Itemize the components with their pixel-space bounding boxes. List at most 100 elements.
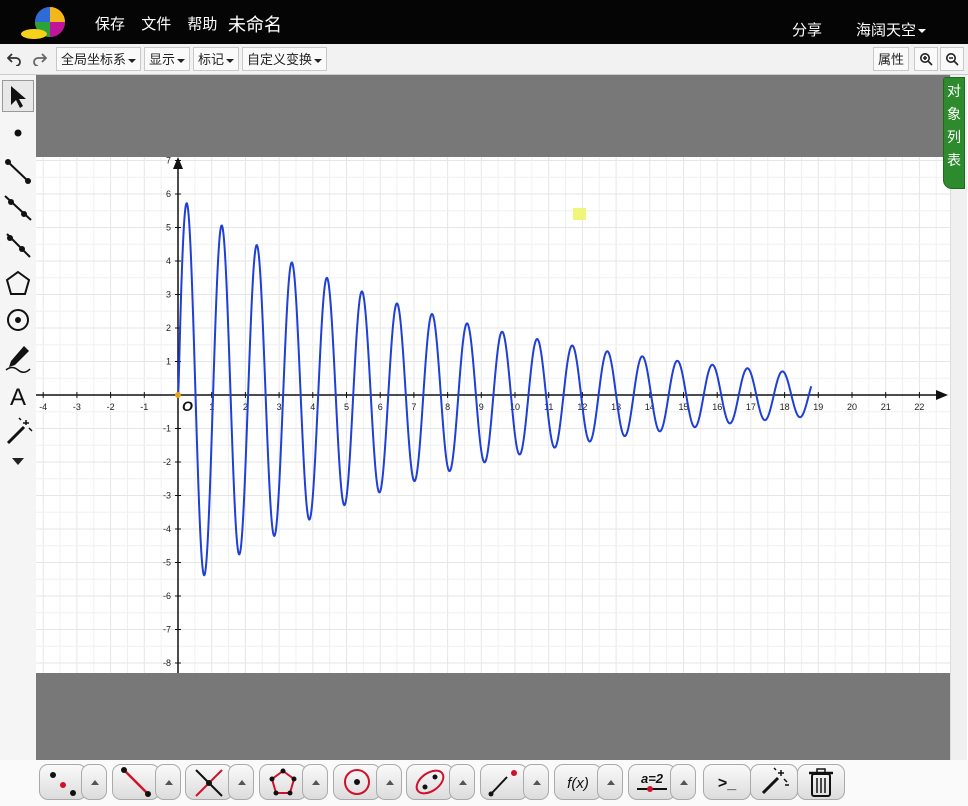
share-button[interactable]: 分享	[792, 19, 822, 40]
parameter-tool-button[interactable]: a=2	[628, 764, 676, 800]
x-tick-label: 4	[310, 402, 315, 412]
point-tools-button[interactable]	[39, 764, 87, 800]
y-tick-label: -1	[163, 424, 171, 434]
custom-transform-label: 自定义变换	[247, 52, 313, 67]
line-tools-dropdown[interactable]	[155, 764, 181, 800]
y-tick-label: 5	[166, 223, 171, 233]
graph-svg[interactable]: -4 -3 -2 -1 1 2 3 4 5 6 7 8 9 10 11 12 13 14 15 16 17 18 19 20 2…	[36, 157, 950, 673]
x-tick-label: 18	[780, 402, 790, 412]
trash-icon[interactable]	[797, 764, 845, 800]
conic-tools-button[interactable]	[406, 764, 454, 800]
x-tick-label: -4	[39, 402, 47, 412]
x-axis-arrow	[936, 390, 948, 400]
top-bar: 保存 文件 帮助 未命名 分享 海阔天空	[0, 0, 968, 44]
redo-icon[interactable]	[28, 47, 52, 71]
highlight-marker	[573, 208, 586, 220]
polygon-tools-dropdown[interactable]	[302, 764, 328, 800]
command-tool-button[interactable]: >_	[703, 764, 751, 800]
conic-tools-dropdown[interactable]	[449, 764, 475, 800]
user-menu[interactable]: 海阔天空	[856, 19, 927, 40]
y-tick-label: -8	[163, 658, 171, 668]
y-tick-label: -6	[163, 591, 171, 601]
x-tick-label: 16	[712, 402, 722, 412]
zoom-out-icon[interactable]	[940, 47, 964, 71]
zoom-in-icon[interactable]	[914, 47, 938, 71]
coord-system-dropdown[interactable]: 全局坐标系	[56, 47, 142, 71]
mark-label: 标记	[198, 52, 225, 67]
polygon-tools-button[interactable]	[259, 764, 307, 800]
properties-button[interactable]: 属性	[873, 47, 910, 71]
menu-help[interactable]: 帮助	[187, 16, 217, 33]
x-tick-label: -3	[73, 402, 81, 412]
damped-curve	[177, 202, 813, 577]
y-tick-label: -5	[163, 558, 171, 568]
object-list-tab[interactable]: 对象列表	[943, 77, 965, 189]
function-tool-button[interactable]: f(x)	[554, 764, 602, 800]
y-tick-label: 2	[166, 323, 171, 333]
line-tools-button[interactable]	[112, 764, 160, 800]
command-label: >_	[718, 775, 737, 792]
y-tick-label: -4	[163, 524, 171, 534]
function-label: f(x)	[567, 775, 589, 792]
y-tick-label: 6	[166, 189, 171, 199]
text-icon[interactable]: A	[2, 379, 34, 411]
undo-icon[interactable]	[2, 47, 26, 71]
circle-tools-button[interactable]	[333, 764, 381, 800]
function-tool-dropdown[interactable]	[597, 764, 623, 800]
parameter-tool-dropdown[interactable]	[670, 764, 696, 800]
chevron-down-icon	[918, 29, 927, 34]
y-tick-label: -2	[163, 457, 171, 467]
transform-tools-dropdown[interactable]	[523, 764, 549, 800]
x-tick-label: 3	[277, 402, 282, 412]
toolbar: 全局坐标系 显示 标记 自定义变换 属性	[0, 44, 968, 75]
x-tick-label: 22	[914, 402, 924, 412]
magic-wand-icon[interactable]	[2, 416, 34, 448]
ray-icon[interactable]	[2, 192, 34, 224]
chevron-down-icon	[128, 58, 137, 63]
display-dropdown[interactable]: 显示	[144, 47, 191, 71]
circle-icon[interactable]	[2, 304, 34, 336]
origin-label: O	[182, 398, 193, 414]
y-tick-label: -7	[163, 625, 171, 635]
custom-transform-dropdown[interactable]: 自定义变换	[242, 47, 328, 71]
point-tools-dropdown[interactable]	[81, 764, 107, 800]
coord-system-label: 全局坐标系	[61, 52, 127, 67]
menu-file[interactable]: 文件	[141, 16, 171, 33]
point-icon[interactable]	[2, 117, 34, 149]
polygon-icon[interactable]	[2, 267, 34, 299]
transform-tools-button[interactable]	[480, 764, 528, 800]
menu-save[interactable]: 保存	[95, 16, 125, 33]
circle-tools-dropdown[interactable]	[376, 764, 402, 800]
x-tick-label: -2	[107, 402, 115, 412]
x-tick-label: 19	[813, 402, 823, 412]
y-tick-label: 4	[166, 256, 171, 266]
intersection-tools-dropdown[interactable]	[228, 764, 254, 800]
x-tick-label: 13	[611, 402, 621, 412]
user-name: 海阔天空	[856, 22, 917, 39]
object-list-label: 对象列表	[947, 83, 961, 168]
line-icon[interactable]	[2, 229, 34, 261]
x-tick-label: 9	[479, 402, 484, 412]
segment-icon[interactable]	[2, 155, 34, 187]
left-toolbox: A	[0, 75, 36, 760]
pen-icon[interactable]	[2, 341, 34, 373]
y-tick-label: 3	[166, 290, 171, 300]
graph-canvas[interactable]: -4 -3 -2 -1 1 2 3 4 5 6 7 8 9 10 11 12 13 14 15 16 17 18 19 20 2…	[36, 157, 950, 673]
more-tools-icon[interactable]	[2, 453, 34, 469]
x-tick-label: 21	[881, 402, 891, 412]
chevron-down-icon	[177, 58, 186, 63]
intersection-tools-button[interactable]	[185, 764, 233, 800]
y-tick-label: 7	[166, 157, 171, 166]
document-title[interactable]: 未命名	[228, 11, 282, 37]
mark-dropdown[interactable]: 标记	[193, 47, 240, 71]
x-tick-label: 8	[445, 402, 450, 412]
select-arrow-icon[interactable]	[2, 80, 34, 112]
top-menu: 保存 文件 帮助	[95, 13, 229, 34]
chevron-down-icon	[314, 58, 323, 63]
y-tick-label: 1	[166, 357, 171, 367]
x-tick-label: 20	[847, 402, 857, 412]
y-tick-label: -3	[163, 491, 171, 501]
display-label: 显示	[149, 52, 176, 67]
logo-icon[interactable]	[20, 6, 68, 40]
magic-tool-button[interactable]	[750, 764, 798, 800]
